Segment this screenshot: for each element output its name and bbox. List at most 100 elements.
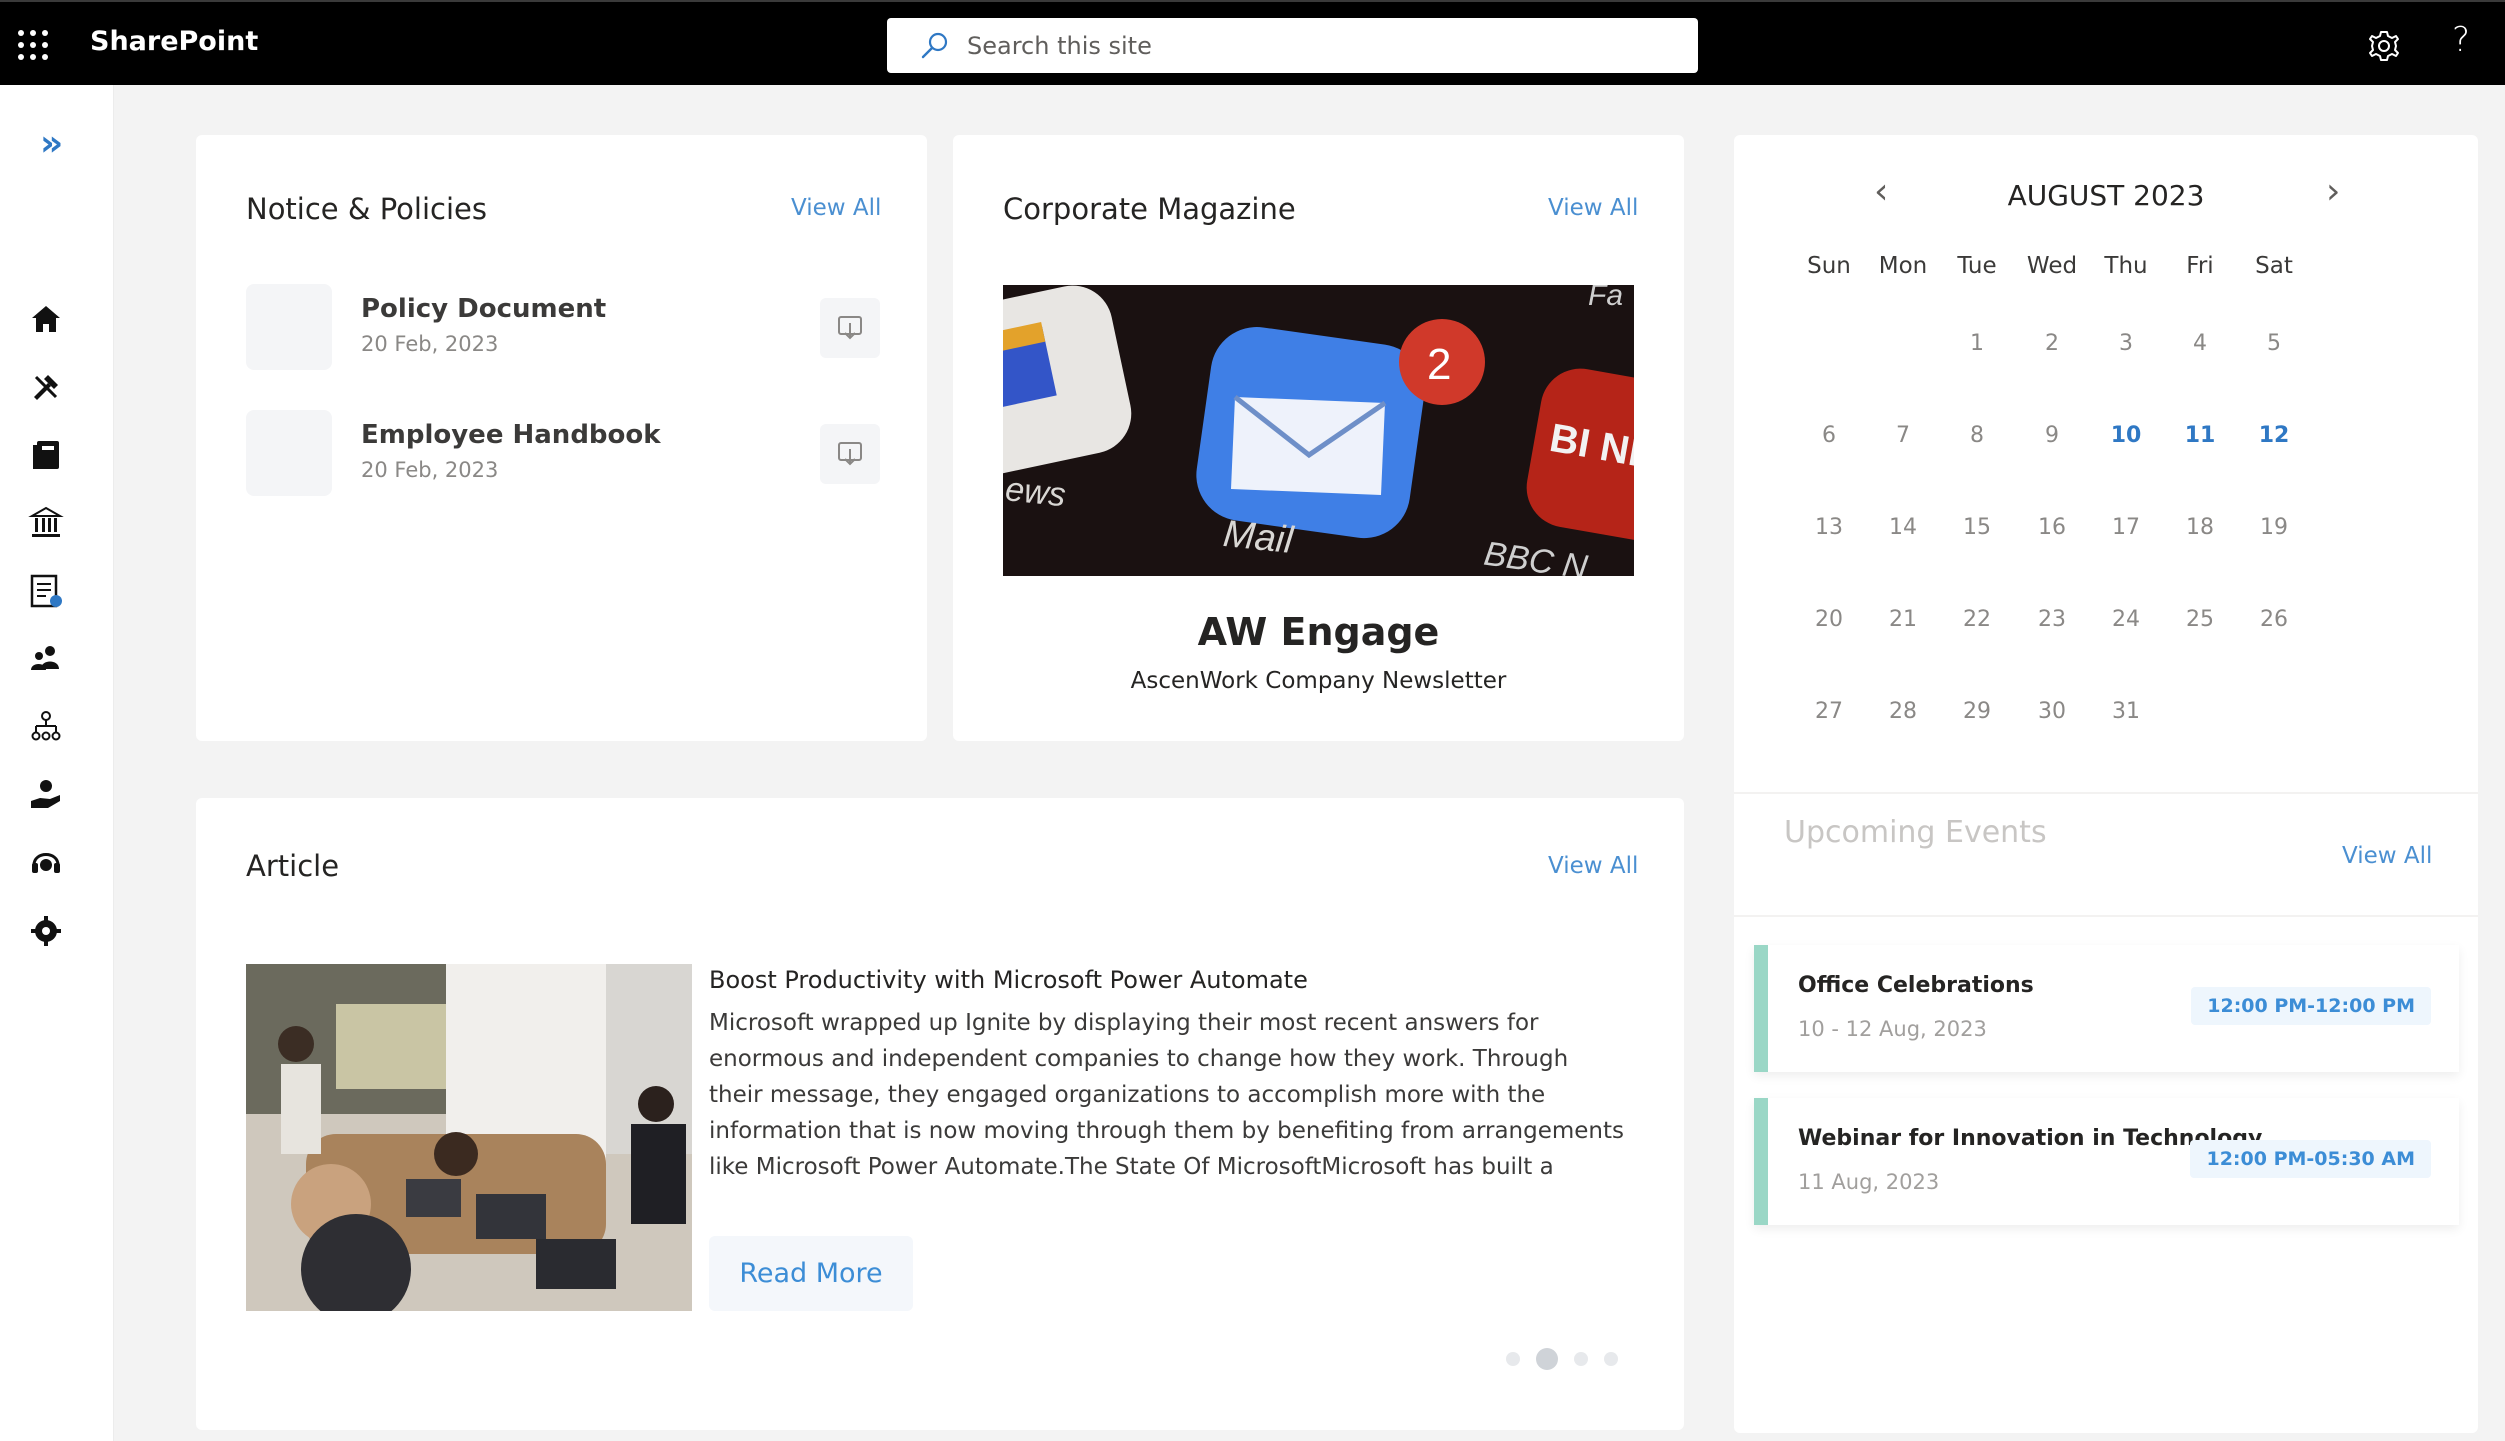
- pager-dot[interactable]: [1604, 1352, 1618, 1366]
- calendar-day[interactable]: 30: [2015, 699, 2089, 724]
- app-launcher-icon[interactable]: [18, 30, 48, 60]
- calendar-day[interactable]: 25: [2163, 607, 2237, 632]
- search-icon: [921, 32, 948, 58]
- article-body: Microsoft wrapped up Ignite by displayin…: [709, 1010, 1625, 1180]
- article-image[interactable]: [246, 964, 692, 1311]
- article-card: Article View All Boost Productivity with…: [196, 798, 1684, 1430]
- download-icon: [838, 442, 862, 466]
- notices-title: Notice & Policies: [246, 192, 487, 226]
- top-bar: SharePoint ?: [0, 0, 2505, 85]
- section-divider: [1734, 792, 2478, 794]
- event-item[interactable]: Webinar for Innovation in Technology 11 …: [1754, 1098, 2459, 1225]
- read-more-button[interactable]: Read More: [709, 1236, 913, 1311]
- calendar-next-button[interactable]: ›: [2326, 171, 2340, 212]
- article-section-title: Article: [246, 849, 340, 883]
- section-divider: [1734, 915, 2478, 917]
- calendar-day[interactable]: 19: [2237, 515, 2311, 540]
- tools-icon[interactable]: [28, 369, 64, 405]
- org-chart-icon[interactable]: [28, 709, 64, 745]
- magazine-title: Corporate Magazine: [1003, 192, 1296, 226]
- pager-dot[interactable]: [1574, 1352, 1588, 1366]
- calendar-day[interactable]: 24: [2089, 607, 2163, 632]
- magazine-view-all-link[interactable]: View All: [1548, 195, 1638, 221]
- calendar-weekday: Fri: [2186, 253, 2214, 279]
- calendar-day[interactable]: 22: [1940, 607, 2014, 632]
- calendar-day[interactable]: 2: [2015, 331, 2089, 356]
- calendar-day[interactable]: 31: [2089, 699, 2163, 724]
- calendar-day[interactable]: 18: [2163, 515, 2237, 540]
- calendar-day[interactable]: 10: [2089, 423, 2163, 448]
- notice-thumbnail: [246, 410, 332, 496]
- events-view-all-link[interactable]: View All: [2342, 843, 2432, 869]
- calendar-day[interactable]: 1: [1940, 331, 2014, 356]
- magazine-subtitle: AscenWork Company Newsletter: [1130, 668, 1507, 694]
- pager-dot-active[interactable]: [1536, 1348, 1558, 1370]
- notices-card: Notice & Policies View All Policy Docume…: [196, 135, 927, 741]
- magazine-news-text: ews: [1003, 470, 1067, 514]
- event-name[interactable]: Office Celebrations: [1798, 973, 2034, 998]
- calendar-weekday: Mon: [1878, 253, 1928, 279]
- calendar-day[interactable]: 5: [2237, 331, 2311, 356]
- calendar-day[interactable]: 13: [1792, 515, 1866, 540]
- event-item[interactable]: Office Celebrations 10 - 12 Aug, 2023 12…: [1754, 945, 2459, 1072]
- people-icon[interactable]: [28, 641, 64, 677]
- calendar-weekday: Tue: [1957, 253, 1997, 279]
- calendar-day[interactable]: 28: [1866, 699, 1940, 724]
- calendar-day[interactable]: 16: [2015, 515, 2089, 540]
- notice-date: 20 Feb, 2023: [361, 458, 499, 482]
- building-icon[interactable]: [28, 505, 64, 541]
- notices-view-all-link[interactable]: View All: [791, 195, 881, 221]
- calendar-day[interactable]: 6: [1792, 423, 1866, 448]
- headset-icon[interactable]: [28, 845, 64, 881]
- hand-care-icon[interactable]: [28, 777, 64, 813]
- event-date: 10 - 12 Aug, 2023: [1798, 1017, 1987, 1041]
- calendar-day[interactable]: 14: [1866, 515, 1940, 540]
- notice-title[interactable]: Policy Document: [361, 294, 606, 324]
- calendar-day[interactable]: 7: [1866, 423, 1940, 448]
- magazine-name[interactable]: AW Engage: [953, 610, 1684, 654]
- book-icon[interactable]: [28, 437, 64, 473]
- notice-thumbnail: [246, 284, 332, 370]
- event-date: 11 Aug, 2023: [1798, 1170, 1940, 1194]
- calendar-day[interactable]: 26: [2237, 607, 2311, 632]
- left-nav-rail: »: [0, 85, 114, 1441]
- calendar-day[interactable]: 8: [1940, 423, 2014, 448]
- search-box[interactable]: [887, 18, 1698, 73]
- calendar-day[interactable]: 12: [2237, 423, 2311, 448]
- event-time-badge: 12:00 PM-12:00 PM: [2191, 987, 2431, 1025]
- pager-dot[interactable]: [1506, 1352, 1520, 1366]
- notice-item[interactable]: Policy Document 20 Feb, 2023: [246, 284, 880, 370]
- events-title: Upcoming Events: [1784, 815, 2047, 850]
- calendar-day[interactable]: 21: [1866, 607, 1940, 632]
- calendar-events-card: ‹ AUGUST 2023 › Sun Mon Tue Wed Thu Fri Sat 1 2 3…: [1734, 135, 2478, 1433]
- app-brand[interactable]: SharePoint: [90, 26, 258, 57]
- search-input[interactable]: [965, 30, 1615, 61]
- calendar-weekday: Wed: [2026, 253, 2078, 279]
- calendar-day[interactable]: 11: [2163, 423, 2237, 448]
- magazine-fa-text: Fa: [1588, 285, 1623, 312]
- help-icon[interactable]: ?: [2452, 20, 2470, 60]
- calendar-day[interactable]: 15: [1940, 515, 2014, 540]
- calendar-day[interactable]: 17: [2089, 515, 2163, 540]
- notice-title[interactable]: Employee Handbook: [361, 420, 661, 450]
- calendar-day[interactable]: 20: [1792, 607, 1866, 632]
- download-button[interactable]: [820, 424, 880, 484]
- calendar-day[interactable]: 27: [1792, 699, 1866, 724]
- calendar-month: AUGUST 2023: [2007, 179, 2205, 212]
- home-icon[interactable]: [28, 301, 64, 337]
- calendar-day[interactable]: 3: [2089, 331, 2163, 356]
- gear-icon[interactable]: [28, 913, 64, 949]
- calendar-weekday: Sat: [2255, 253, 2293, 279]
- magazine-cover-image[interactable]: ews 2 Mail BI NE BBC N Fa: [1003, 285, 1634, 576]
- download-button[interactable]: [820, 298, 880, 358]
- calendar-day[interactable]: 9: [2015, 423, 2089, 448]
- calendar-day[interactable]: 23: [2015, 607, 2089, 632]
- settings-gear-icon[interactable]: [2366, 28, 2402, 64]
- calendar-day[interactable]: 4: [2163, 331, 2237, 356]
- notice-item[interactable]: Employee Handbook 20 Feb, 2023: [246, 410, 880, 496]
- expand-nav-icon[interactable]: »: [40, 123, 63, 164]
- calendar-day[interactable]: 29: [1940, 699, 2014, 724]
- article-heading[interactable]: Boost Productivity with Microsoft Power …: [709, 966, 1308, 994]
- checklist-icon[interactable]: [28, 573, 64, 609]
- article-view-all-link[interactable]: View All: [1548, 853, 1638, 879]
